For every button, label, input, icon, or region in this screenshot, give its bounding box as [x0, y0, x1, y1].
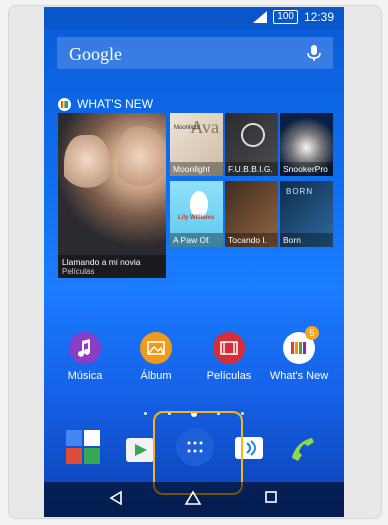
clock: 12:39 — [303, 10, 334, 24]
app-label: Películas — [206, 370, 252, 382]
tile-label: A Paw Of. — [170, 233, 223, 247]
tile-label: Tocando l. — [225, 233, 278, 247]
album-art-text: Moonlight — [174, 125, 201, 131]
whats-new-widget: Llamando a mi novia Películas Ava Moonli… — [58, 113, 338, 283]
person-image — [118, 125, 166, 203]
mic-icon[interactable] — [305, 44, 323, 62]
app-label: Álbum — [140, 370, 172, 382]
tile-label: SnookerPro — [280, 162, 333, 176]
tile-tocando[interactable]: Tocando l. — [225, 181, 278, 247]
tile-label: Born — [280, 233, 333, 247]
battery-indicator: 100 — [273, 10, 298, 24]
tile-snookerpro[interactable]: SnookerPro — [280, 113, 333, 176]
whats-new-app-icon: 5 — [283, 326, 319, 364]
tile-born[interactable]: BORN Born — [280, 181, 333, 247]
google-plus-icon — [66, 448, 82, 464]
rabbit-art — [190, 191, 208, 217]
featured-caption: Llamando a mi novia Películas — [58, 255, 166, 278]
featured-tile[interactable]: Llamando a mi novia Películas — [58, 113, 166, 278]
tile-label: F.U.B.B.I.G. — [225, 162, 278, 176]
music-icon — [69, 332, 101, 364]
album-icon — [140, 332, 172, 364]
phone-icon[interactable] — [284, 430, 320, 466]
tile-fubbig[interactable]: F.U.B.B.I.G. — [225, 113, 278, 176]
tile-moonlight[interactable]: Ava Moonlight Moonlight — [170, 113, 223, 176]
featured-title: Llamando a mi novia — [62, 257, 141, 267]
google-search-bar[interactable]: Google — [57, 37, 333, 69]
app-label: What's New — [269, 370, 329, 382]
whats-new-title: WHAT'S NEW — [77, 97, 154, 111]
featured-category: Películas — [62, 267, 95, 276]
app-label: Música — [67, 370, 103, 382]
status-right: 100 12:39 — [253, 10, 334, 24]
phone-screen: 100 12:39 Google WHAT'S NEW Llamando a m… — [44, 7, 344, 517]
whats-new-icon — [58, 97, 71, 111]
tile-label: Moonlight — [170, 162, 223, 176]
home-icon[interactable] — [184, 490, 202, 506]
home-app-row: Música Álbum Películas 5 What's New — [44, 326, 344, 402]
maps-icon — [84, 448, 100, 464]
app-album[interactable]: Álbum — [121, 332, 191, 382]
google-logo-text: Google — [69, 44, 122, 64]
signal-icon — [253, 11, 268, 23]
back-icon[interactable] — [108, 490, 124, 506]
album-art — [241, 123, 265, 147]
whats-new-header: WHAT'S NEW — [58, 97, 153, 111]
app-whats-new[interactable]: 5 What's New — [264, 326, 334, 382]
album-art-text: Lily Williams — [178, 215, 215, 221]
google-apps-folder[interactable] — [66, 430, 102, 466]
app-musica[interactable]: Música — [50, 332, 120, 382]
google-app-icon — [66, 430, 82, 446]
film-icon — [213, 332, 245, 364]
recent-apps-icon[interactable] — [264, 490, 278, 504]
notification-badge: 5 — [305, 326, 319, 340]
tile-a-paw-of[interactable]: Lily Williams A Paw Of. — [170, 181, 223, 247]
person-image — [64, 135, 110, 205]
gmail-icon — [84, 430, 100, 446]
status-bar: 100 12:39 — [44, 7, 344, 29]
album-art-text: BORN — [286, 187, 314, 196]
app-peliculas[interactable]: Películas — [194, 332, 264, 382]
navigation-bar — [44, 482, 344, 517]
page-dot — [144, 412, 148, 416]
